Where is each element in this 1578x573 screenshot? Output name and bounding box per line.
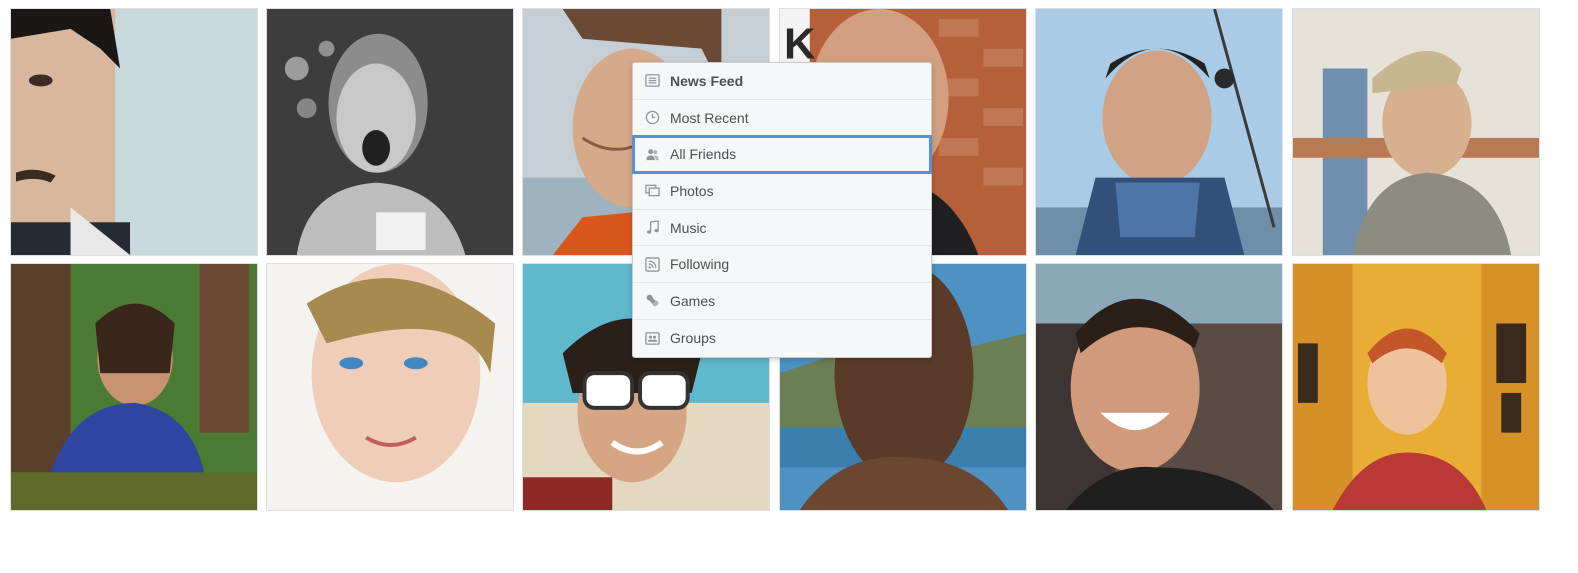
menu-item-music[interactable]: Music bbox=[633, 210, 931, 247]
photo-tile-11[interactable] bbox=[1035, 263, 1283, 511]
menu-item-label: Following bbox=[670, 256, 730, 273]
photo-tile-7[interactable] bbox=[10, 263, 258, 511]
menu-item-all-friends[interactable]: All Friends bbox=[632, 135, 932, 175]
menu-item-label: Most Recent bbox=[670, 109, 749, 126]
photo-tile-12[interactable] bbox=[1292, 263, 1540, 511]
music-note-icon bbox=[645, 220, 660, 235]
news-feed-icon bbox=[645, 73, 660, 88]
menu-item-games[interactable]: Games bbox=[633, 283, 931, 320]
menu-item-label: All Friends bbox=[670, 146, 737, 163]
menu-item-photos[interactable]: Photos bbox=[633, 173, 931, 210]
menu-item-groups[interactable]: Groups bbox=[633, 320, 931, 357]
menu-item-label: Music bbox=[670, 219, 707, 236]
menu-item-label: Photos bbox=[670, 182, 714, 199]
menu-item-label: Groups bbox=[670, 330, 716, 347]
photo-tile-6[interactable] bbox=[1292, 8, 1540, 256]
menu-item-following[interactable]: Following bbox=[633, 246, 931, 284]
friends-icon bbox=[645, 147, 660, 162]
clock-icon bbox=[645, 110, 660, 125]
menu-item-label: Games bbox=[670, 292, 716, 309]
groups-icon bbox=[645, 331, 660, 346]
photo-tile-2[interactable] bbox=[266, 8, 514, 256]
menu-item-label: News Feed bbox=[670, 72, 744, 89]
photos-icon bbox=[645, 183, 660, 198]
news-feed-menu: News Feed Most Recent All Friends Photos… bbox=[632, 62, 932, 358]
rss-icon bbox=[645, 257, 660, 272]
photo-tile-8[interactable] bbox=[266, 263, 514, 511]
photo-tile-1[interactable] bbox=[10, 8, 258, 256]
photo-tile-5[interactable] bbox=[1035, 8, 1283, 256]
game-controller-icon bbox=[645, 293, 660, 308]
menu-item-most-recent[interactable]: Most Recent bbox=[633, 100, 931, 137]
menu-item-news-feed[interactable]: News Feed bbox=[633, 63, 931, 100]
